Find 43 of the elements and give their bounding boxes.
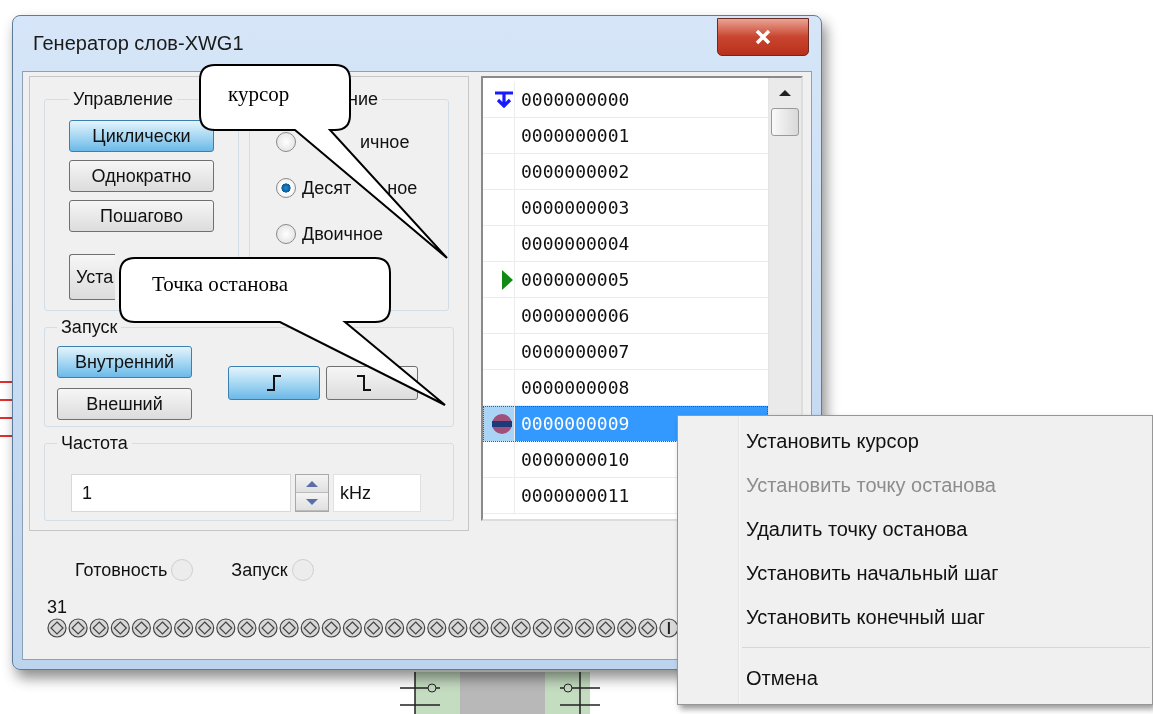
mode-button[interactable]: Уста [69,254,115,300]
window-title: Генератор слов-XWG1 [33,32,244,55]
menu-item[interactable]: Отмена [680,656,1150,700]
unit-field[interactable]: kHz [333,474,421,512]
indicator-label: Готовность [75,559,168,581]
scrollbar-thumb[interactable] [771,108,799,136]
marker-cell [483,334,515,370]
mode-button[interactable]: Однократно [69,160,214,192]
triangle-icon [502,269,513,290]
group-title: Запуск [60,317,119,338]
group-title: Частота [60,433,129,454]
frequency-field[interactable]: 1 [71,474,291,512]
radio-button[interactable] [276,224,296,244]
cursor-icon [495,91,513,108]
radio-label: ичное [360,131,410,153]
up-arrow-icon [779,90,791,96]
marker-cell [483,478,515,514]
mode-button[interactable]: Циклически [69,120,214,152]
marker-cell [483,190,515,226]
menu-item[interactable]: Установить начальный шаг [680,551,1150,596]
radio-label: Десят [302,177,352,199]
radio-button[interactable] [276,132,296,152]
callout-text: Точка останова [152,272,289,297]
radio-label: ное [387,177,418,199]
radio-button[interactable] [276,178,296,198]
rising-edge-icon [265,372,283,394]
marker-cell [483,154,515,190]
up-arrow-icon [306,480,318,487]
down-arrow-icon [306,498,318,505]
stop-sign-icon [491,412,513,435]
menu-item[interactable]: Установить конечный шаг [680,595,1150,640]
indicator-label: Запуск [231,559,288,581]
close-icon [754,29,772,45]
trigger-button[interactable]: Внутренний [57,346,192,378]
radio-label: Двоичное [302,223,383,245]
callout-text: курсор [228,82,290,107]
trigger-button[interactable]: Внешний [57,388,192,420]
falling-edge-icon [355,372,373,394]
close-button[interactable] [717,18,809,56]
group-title: Управление [72,89,175,110]
spin-up-button[interactable] [296,475,328,493]
mode-button[interactable]: Пошагово [69,200,214,232]
spin-down-button[interactable] [296,493,328,511]
